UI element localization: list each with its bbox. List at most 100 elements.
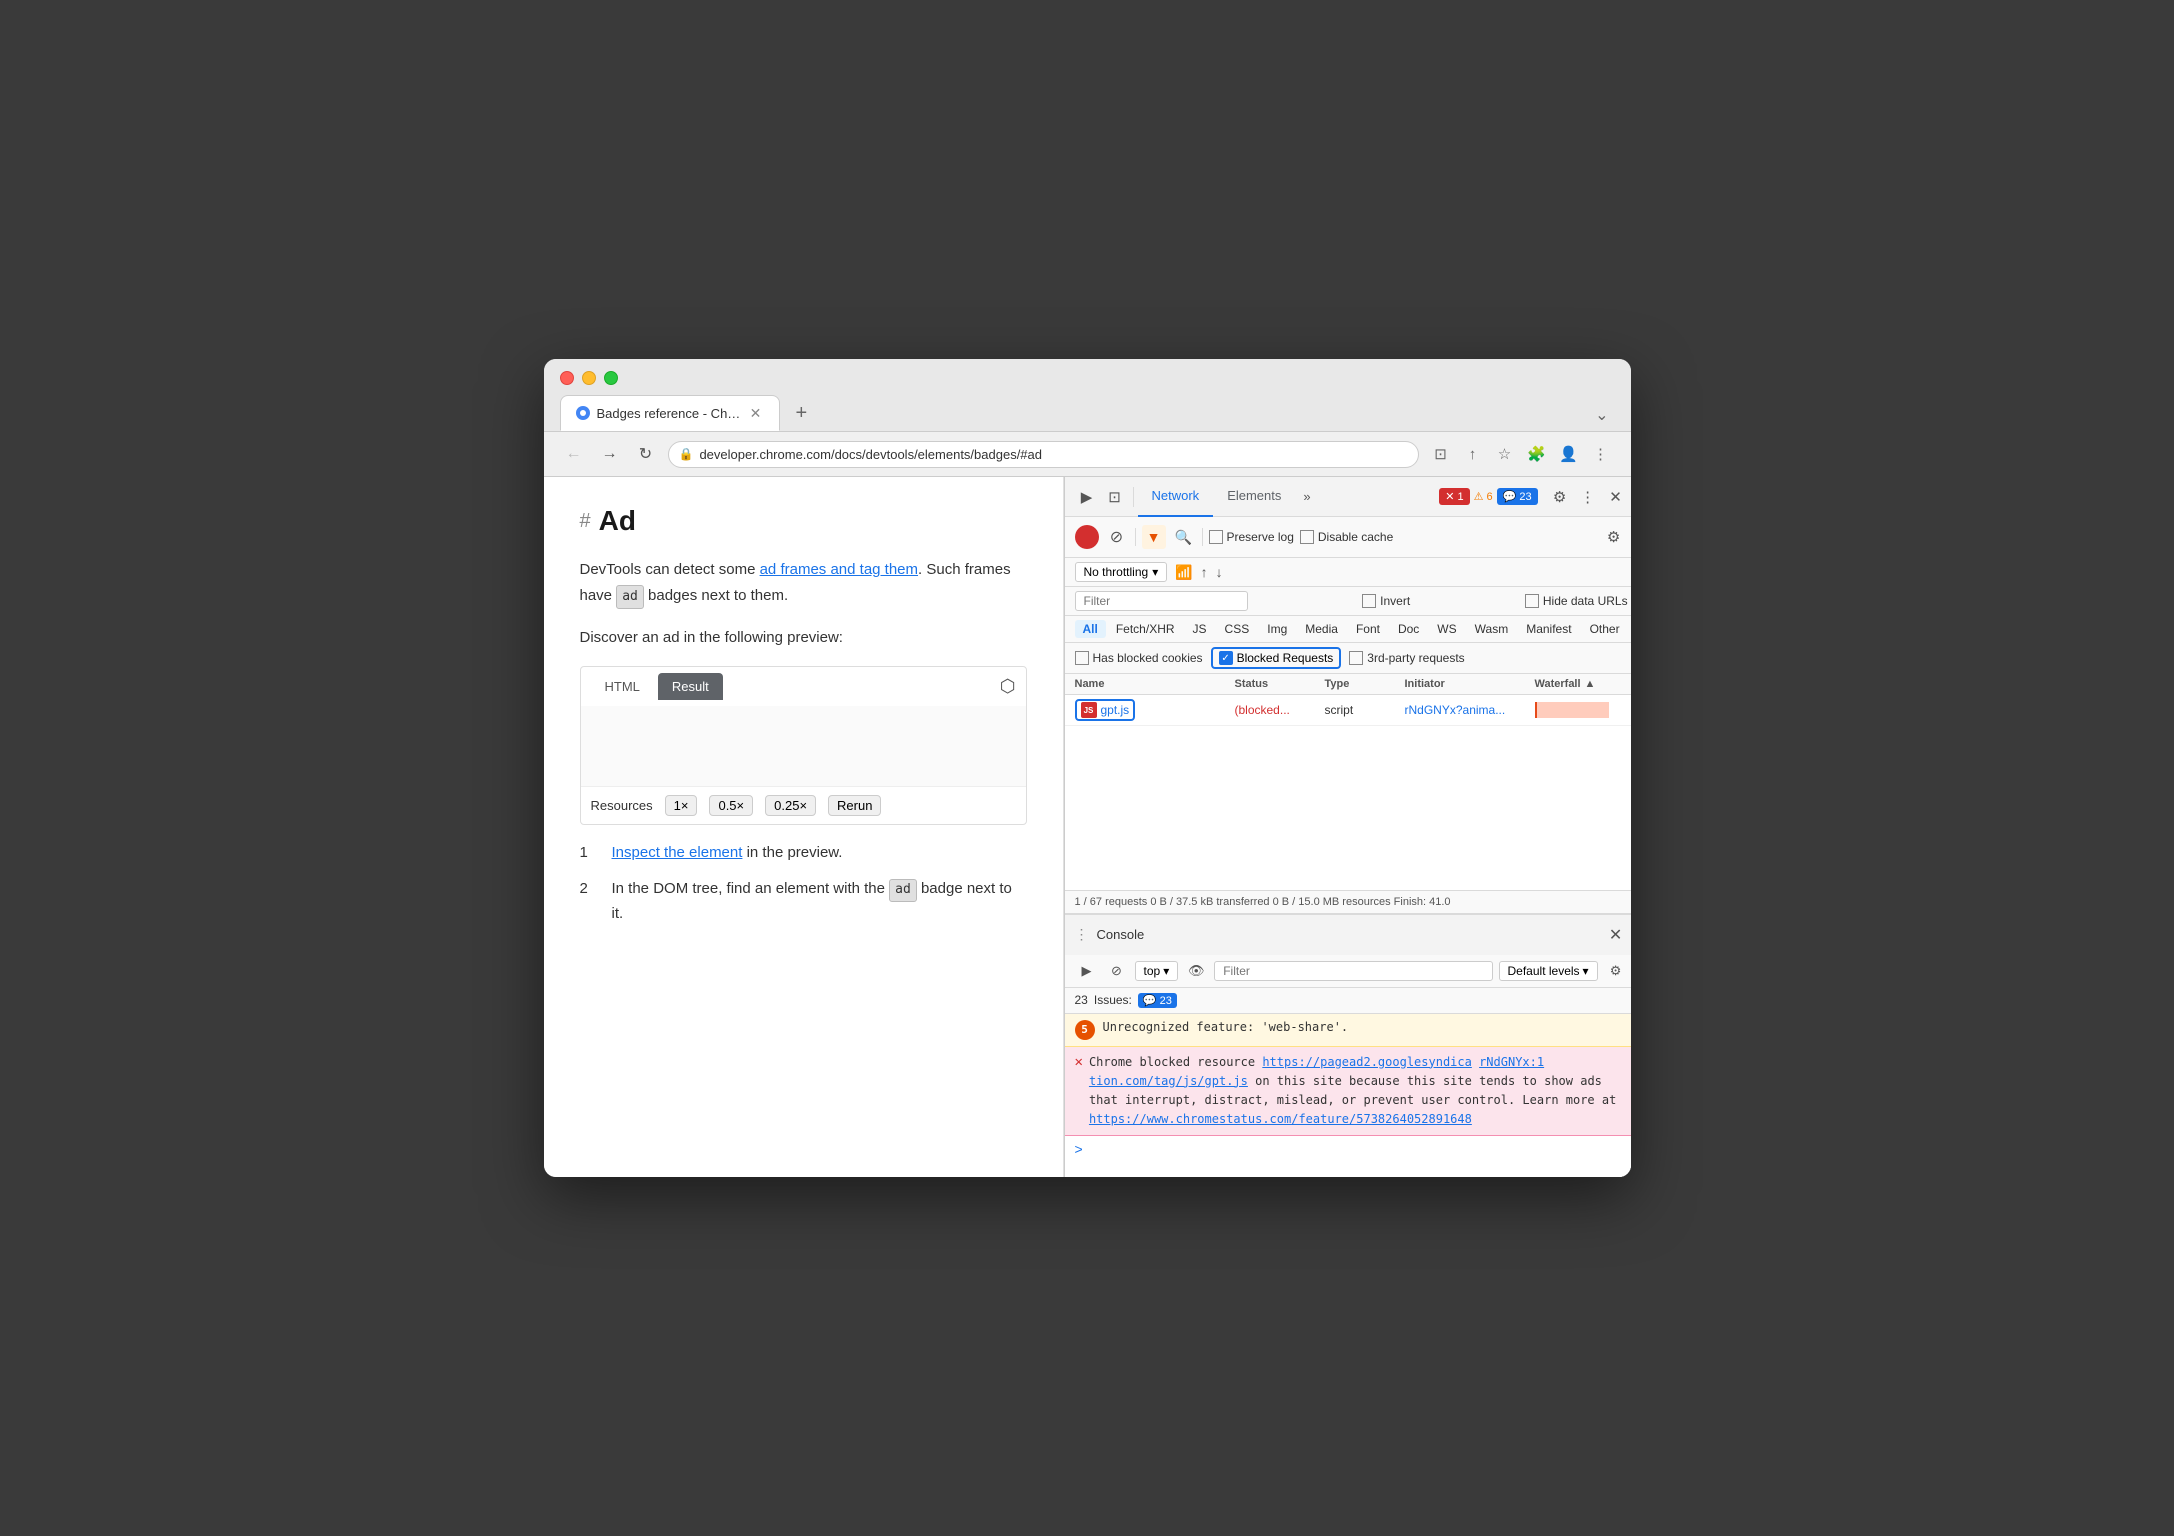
type-btn-img[interactable]: Img [1259,620,1295,638]
console-eye-icon[interactable]: 👁 [1184,959,1208,983]
type-btn-manifest[interactable]: Manifest [1518,620,1579,638]
devtools-settings-icon[interactable]: ⚙ [1546,483,1574,511]
console-input-prompt[interactable]: > [1065,1136,1631,1162]
share-icon[interactable]: ↑ [1459,440,1487,468]
type-btn-fetch[interactable]: Fetch/XHR [1108,620,1183,638]
console-filter-input[interactable] [1214,961,1492,981]
preserve-log-checkbox[interactable]: Preserve log [1209,530,1294,544]
preview-tab-html[interactable]: HTML [591,673,654,700]
download-icon[interactable]: ↓ [1216,564,1223,580]
hide-data-urls-checkbox[interactable]: Hide data URLs [1525,594,1628,608]
throttle-select[interactable]: No throttling ▾ [1075,562,1168,582]
devtools-more-icon[interactable]: ⋮ [1574,483,1602,511]
minimize-button[interactable] [582,371,596,385]
disable-cache-checkbox[interactable]: Disable cache [1300,530,1393,544]
new-tab-button[interactable]: + [784,396,820,431]
stop-button[interactable]: ⊘ [1105,525,1129,549]
preview-rerun-btn[interactable]: Rerun [828,795,881,816]
search-button[interactable]: 🔍 [1172,525,1196,549]
wifi-icon: 📶 [1175,564,1192,581]
console-close-button[interactable]: ✕ [1604,923,1628,947]
upload-icon[interactable]: ↑ [1201,564,1208,580]
devtools-cursor-icon[interactable]: ▶ [1073,483,1101,511]
type-btn-ws[interactable]: WS [1429,620,1464,638]
network-toolbar: ⊘ ▼ 🔍 Preserve log Disable cache ⚙ [1065,517,1631,558]
console-settings-icon[interactable]: ⚙ [1604,959,1628,983]
hide-data-urls-check[interactable] [1525,594,1539,608]
row-type-cell: script [1325,703,1405,717]
tab-close-button[interactable]: ✕ [747,404,765,422]
type-btn-media[interactable]: Media [1297,620,1346,638]
preview-tabs: HTML Result [591,673,723,700]
preserve-log-check[interactable] [1209,530,1223,544]
para1-link1[interactable]: ad frames and tag them [760,561,918,578]
type-btn-all[interactable]: All [1075,620,1106,638]
error-link2[interactable]: rNdGNYx:1 [1479,1055,1544,1069]
info-badge: 💬 23 [1497,488,1538,505]
console-top-dropdown[interactable]: top ▾ [1135,961,1179,981]
preview-tab-result[interactable]: Result [658,673,723,700]
error-link1[interactable]: https://pagead2.googlesyndica [1262,1055,1472,1069]
maximize-button[interactable] [604,371,618,385]
cast-icon[interactable]: ⊡ [1427,440,1455,468]
address-input[interactable]: 🔒 developer.chrome.com/docs/devtools/ele… [668,441,1419,468]
type-btn-other[interactable]: Other [1582,620,1628,638]
devtools-more-tabs[interactable]: » [1295,489,1318,504]
forward-button[interactable]: → [596,440,624,468]
third-party-checkbox[interactable]: 3rd-party requests [1349,651,1464,665]
console-stop-icon[interactable]: ⊘ [1105,959,1129,983]
back-button[interactable]: ← [560,440,588,468]
type-btn-font[interactable]: Font [1348,620,1388,638]
preview-1x-btn[interactable]: 1× [665,795,698,816]
extension-icon[interactable]: 🧩 [1523,440,1551,468]
devtools-close-icon[interactable]: ✕ [1602,483,1630,511]
preview-05x-btn[interactable]: 0.5× [709,795,753,816]
refresh-button[interactable]: ↻ [632,440,660,468]
console-run-icon[interactable]: ▶ [1075,959,1099,983]
devtools-device-icon[interactable]: ⊡ [1101,483,1129,511]
profile-icon[interactable]: 👤 [1555,440,1583,468]
third-party-check[interactable] [1349,651,1363,665]
type-btn-css[interactable]: CSS [1217,620,1258,638]
menu-icon[interactable]: ⋮ [1587,440,1615,468]
error-link3[interactable]: https://www.chromestatus.com/feature/573… [1089,1112,1472,1126]
tab-expand-button[interactable]: ⌄ [1589,399,1614,431]
devtools-tab-network[interactable]: Network [1138,477,1214,517]
invert-check[interactable] [1362,594,1376,608]
devtools-tab-elements[interactable]: Elements [1213,477,1295,517]
network-table-row[interactable]: JS gpt.js (blocked... script rNdGNYx?ani… [1065,695,1631,726]
warn-badge: ⚠ 6 [1474,490,1493,503]
type-btn-js[interactable]: JS [1185,620,1215,638]
invert-checkbox[interactable]: Invert [1362,594,1410,608]
console-toolbar: ▶ ⊘ top ▾ 👁 Default levels ▾ ⚙ [1065,955,1631,988]
has-blocked-cookies-checkbox[interactable]: Has blocked cookies [1075,651,1203,665]
bookmark-icon[interactable]: ☆ [1491,440,1519,468]
close-button[interactable] [560,371,574,385]
preview-025x-btn[interactable]: 0.25× [765,795,816,816]
warn-count: 6 [1487,491,1493,503]
has-blocked-check[interactable] [1075,651,1089,665]
console-levels-dropdown[interactable]: Default levels ▾ [1499,961,1598,981]
filter-button[interactable]: ▼ [1142,525,1166,549]
error-link3-text[interactable]: tion.com/tag/js/gpt.js [1089,1074,1248,1088]
console-drag-handle[interactable]: ⋮ [1075,926,1089,943]
issues-badge-count: 23 [1160,995,1172,1007]
file-icon: JS [1081,702,1097,718]
header-initiator: Initiator [1405,678,1535,690]
throttle-bar: No throttling ▾ 📶 ↑ ↓ [1065,558,1631,587]
disable-cache-check[interactable] [1300,530,1314,544]
throttle-label: No throttling [1084,565,1149,579]
record-button[interactable] [1075,525,1099,549]
list-item-2-text: In the DOM tree, find an element with th… [612,877,1027,926]
browser-tab-active[interactable]: Badges reference - Chrome De ✕ [560,395,780,431]
list-item-2: 2 In the DOM tree, find an element with … [580,877,1027,926]
type-btn-doc[interactable]: Doc [1390,620,1427,638]
list-item-1-link[interactable]: Inspect the element [612,844,743,861]
type-btn-wasm[interactable]: Wasm [1467,620,1517,638]
levels-chevron-icon: ▾ [1583,964,1589,978]
preview-cube-icon[interactable]: ⬡ [1000,676,1016,697]
network-settings-icon[interactable]: ⚙ [1600,523,1628,551]
blocked-requests-check[interactable]: ✓ [1219,651,1233,665]
preserve-log-label: Preserve log [1227,530,1294,544]
filter-input[interactable] [1075,591,1248,611]
